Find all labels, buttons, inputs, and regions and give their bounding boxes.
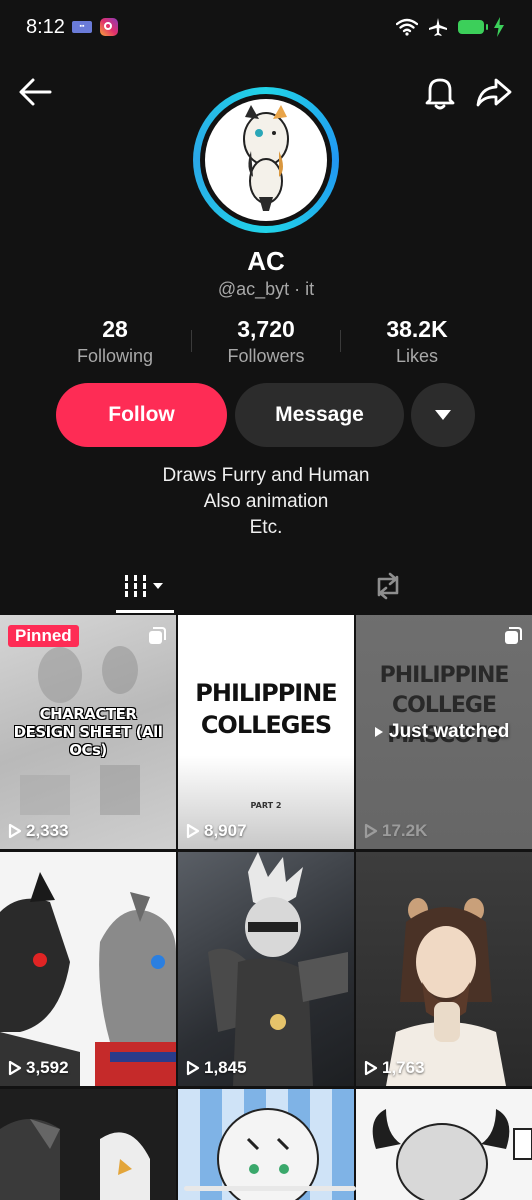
- notifications-button[interactable]: [420, 72, 460, 112]
- pinned-badge: Pinned: [8, 625, 79, 647]
- just-watched-label: Just watched: [389, 721, 510, 742]
- status-time: 8:12: [26, 16, 65, 38]
- multi-photo-icon: [149, 627, 166, 644]
- view-count-text: 1,763: [382, 1058, 425, 1077]
- play-icon: [364, 1060, 378, 1076]
- video-tile[interactable]: [356, 1089, 532, 1200]
- airplane-icon: [429, 18, 447, 36]
- follow-button[interactable]: Follow: [56, 383, 227, 447]
- video-tile[interactable]: PHILIPPINE COLLEGES PART 2 8,907: [178, 615, 354, 849]
- video-thumbnail-sketch: [208, 852, 348, 1086]
- stat-label: Following: [76, 346, 154, 366]
- view-count-text: 2,333: [26, 821, 69, 840]
- video-title: CHARACTER DESIGN SHEET (All OCs): [13, 705, 163, 759]
- back-arrow-icon: [19, 78, 52, 106]
- video-thumbnail-sketch: [386, 898, 506, 1086]
- charging-icon: [494, 17, 504, 37]
- stat-value: 3,720: [237, 316, 295, 342]
- battery-icon: [458, 20, 488, 34]
- video-title-line: PHILIPPINE: [195, 679, 337, 707]
- multi-photo-icon: [505, 627, 522, 644]
- video-tile[interactable]: [0, 1089, 176, 1200]
- status-right-icons: [396, 17, 504, 37]
- view-count: 3,592: [8, 1058, 69, 1078]
- view-count-text: 1,845: [204, 1058, 247, 1077]
- profile-stats: 28 Following 3,720 Followers 38.2K Likes: [40, 316, 492, 367]
- avatar-character-drawing: [243, 105, 289, 211]
- video-tile[interactable]: [178, 1089, 354, 1200]
- video-title-line: PHILIPPINE: [379, 663, 510, 688]
- stat-likes[interactable]: 38.2K Likes: [342, 316, 492, 367]
- play-icon: [8, 823, 22, 839]
- video-tile[interactable]: PHILIPPINE COLLEGE MASCOTS Just watched …: [356, 615, 532, 849]
- video-thumbnail-sketch: [217, 1108, 319, 1200]
- view-count: 2,333: [8, 821, 69, 841]
- status-notification-icons: ▪▪: [72, 18, 118, 36]
- caret-down-icon: [435, 410, 451, 420]
- stat-followers[interactable]: 3,720 Followers: [191, 316, 341, 367]
- app-notification-icon: ▪▪: [72, 21, 92, 33]
- profile-name: AC: [247, 246, 285, 276]
- stat-label: Followers: [227, 346, 305, 366]
- play-icon: [186, 1060, 200, 1076]
- play-icon: [364, 823, 378, 839]
- avatar[interactable]: [193, 87, 339, 233]
- message-button[interactable]: Message: [235, 383, 404, 447]
- play-icon: [186, 823, 200, 839]
- video-tile[interactable]: 3,592: [0, 852, 176, 1086]
- profile-handle: @ac_byt · it: [217, 279, 315, 299]
- stat-following[interactable]: 28 Following: [40, 316, 190, 367]
- home-indicator[interactable]: [184, 1186, 356, 1191]
- view-count-text: 3,592: [26, 1058, 69, 1077]
- tab-videos[interactable]: [116, 566, 174, 606]
- stat-value: 28: [102, 316, 128, 342]
- view-count: 1,763: [364, 1058, 425, 1078]
- bio-line: Etc.: [249, 517, 283, 538]
- play-filled-icon: [375, 727, 383, 737]
- stat-divider: [340, 330, 341, 352]
- video-thumbnail-sketch: [0, 1119, 150, 1200]
- view-count: 8,907: [186, 821, 247, 841]
- share-arrow-icon: [476, 78, 512, 107]
- view-count: 17.2K: [364, 821, 427, 841]
- wifi-icon: [396, 18, 418, 36]
- bell-icon: [425, 78, 455, 110]
- view-count-text: 8,907: [204, 821, 247, 840]
- video-subtitle: PART 2: [250, 801, 282, 810]
- instagram-icon: [100, 18, 118, 36]
- avatar-image: [205, 99, 327, 221]
- back-button[interactable]: [16, 72, 56, 112]
- stat-label: Likes: [395, 346, 439, 366]
- video-title-line: COLLEGE: [392, 693, 497, 718]
- video-tile[interactable]: Pinned CHARACTER DESIGN SHEET (All OCs) …: [0, 615, 176, 849]
- repost-icon: [377, 572, 399, 600]
- tab-reposts[interactable]: [364, 566, 412, 606]
- active-tab-indicator: [116, 610, 174, 613]
- video-thumbnail-sketch: [0, 872, 176, 1086]
- view-count: 1,845: [186, 1058, 247, 1078]
- bio-line: Also animation: [203, 491, 329, 512]
- play-icon: [8, 1060, 22, 1076]
- video-tile[interactable]: 1,845: [178, 852, 354, 1086]
- stat-divider: [191, 330, 192, 352]
- video-tile[interactable]: 1,763: [356, 852, 532, 1086]
- view-count-text: 17.2K: [382, 821, 428, 840]
- grid-icon: [125, 575, 163, 597]
- bio-line: Draws Furry and Human: [162, 465, 370, 486]
- video-thumbnail-sketch: [372, 1109, 532, 1200]
- just-watched-overlay: Just watched: [374, 721, 509, 743]
- share-button[interactable]: [472, 72, 516, 112]
- video-title-line: COLLEGES: [200, 711, 332, 739]
- suggested-accounts-button[interactable]: [411, 383, 475, 447]
- stat-value: 38.2K: [386, 316, 448, 342]
